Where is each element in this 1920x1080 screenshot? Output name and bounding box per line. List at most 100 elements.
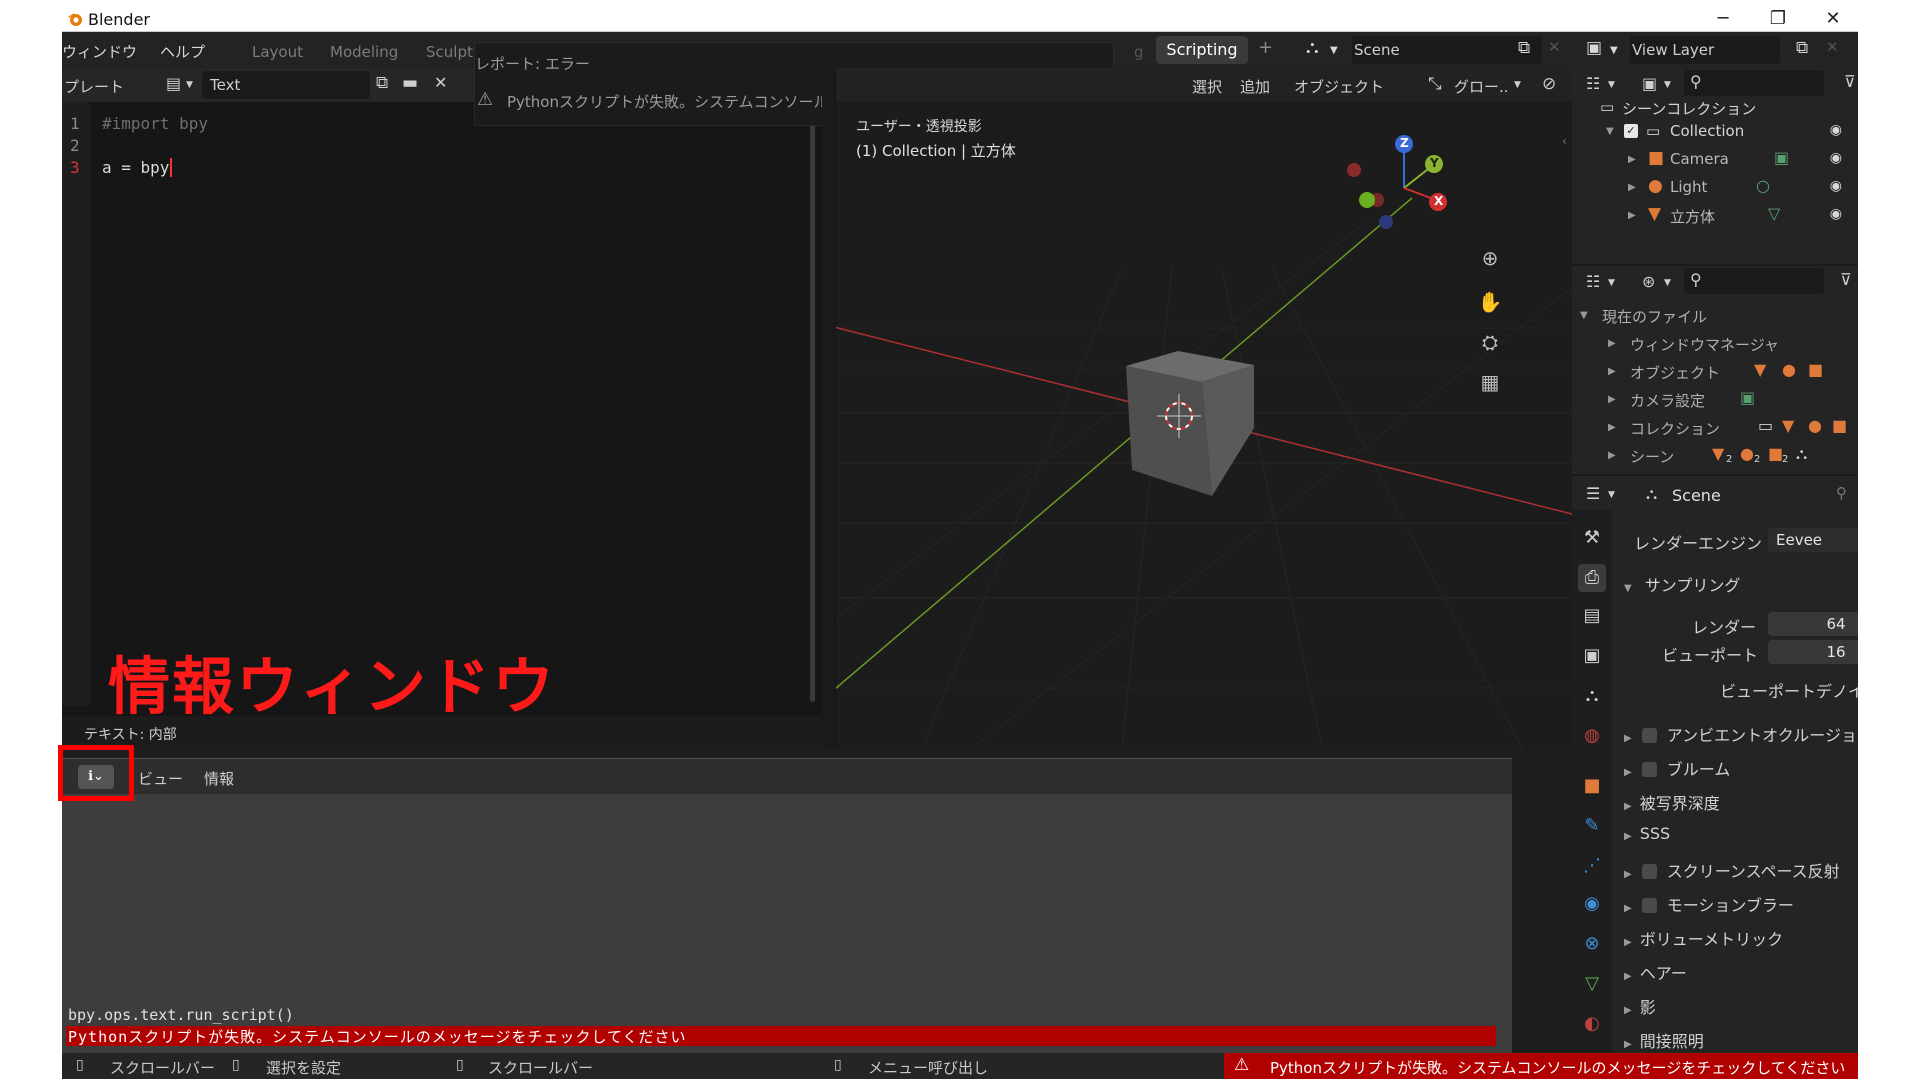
display-mode-icon[interactable]: ☷	[1586, 272, 1600, 291]
eye-icon[interactable]: ◉	[1830, 150, 1842, 166]
outliner-search-input[interactable]: ⚲	[1684, 70, 1824, 96]
outliner-camera[interactable]: ▶ ■ Camera ▣ ◉	[1572, 148, 1858, 172]
area-divider[interactable]	[822, 68, 836, 748]
menu-help[interactable]: ヘルプ	[160, 41, 205, 62]
expand-arrow-icon[interactable]: ▶	[1628, 210, 1636, 221]
pin-icon[interactable]: ⚲	[1836, 484, 1847, 502]
tool-tab-icon[interactable]: ⚒	[1578, 524, 1606, 552]
object-tab-icon[interactable]: ■	[1578, 772, 1606, 800]
collection-checkbox[interactable]: ✓	[1624, 124, 1638, 138]
gizmo-x-label[interactable]: X	[1434, 194, 1443, 208]
expand-arrow-icon[interactable]: ▶	[1628, 154, 1636, 165]
3d-viewport[interactable]: Z Y X 選択 追加 オブジェクト ⤡ グロー.. ▼ ⊘ ‹› ユーザー・透…	[822, 68, 1572, 748]
render-samples-field[interactable]: 64	[1768, 612, 1858, 636]
panel-ssr[interactable]: ▶ スクリーンスペース反射	[1624, 858, 1840, 882]
eye-icon[interactable]: ◉	[1830, 178, 1842, 194]
expand-arrow-icon[interactable]: ▶	[1608, 338, 1616, 349]
status-error-banner[interactable]: ⚠ Pythonスクリプトが失敗。システムコンソールのメッセージをチェックしてく…	[1224, 1053, 1858, 1079]
pivot-link-icon[interactable]: ⊘	[1542, 74, 1556, 94]
tab-scripting[interactable]: Scripting	[1156, 36, 1248, 64]
file-search-input[interactable]: ⚲	[1684, 268, 1824, 294]
panel-ambient-occlusion[interactable]: ▶アンビエントオクルージョン(A	[1624, 722, 1858, 746]
render-engine-dropdown[interactable]: Eevee ⌄	[1768, 528, 1858, 552]
outliner-light[interactable]: ▶ ● Light ○ ◉	[1572, 176, 1858, 200]
tab-sculpt[interactable]: Sculpt	[426, 43, 473, 61]
world-tab-icon[interactable]: ◍	[1578, 722, 1606, 750]
text-datablock-field[interactable]: Text	[202, 71, 370, 99]
panel-depth-of-field[interactable]: ▶ 被写界深度	[1624, 790, 1720, 814]
filter-view-icon[interactable]: ▣	[1642, 74, 1657, 93]
transform-orientation-icon[interactable]: ⤡	[1428, 74, 1442, 94]
file-item-collections[interactable]: ▶ コレクション ▭ ▼ ● ■	[1572, 416, 1858, 440]
new-scene-icon[interactable]: ⧉	[1518, 38, 1530, 58]
constraints-tab-icon[interactable]: ⊗	[1578, 930, 1606, 958]
tab-layout[interactable]: Layout	[252, 43, 303, 61]
physics-tab-icon[interactable]: ◉	[1578, 890, 1606, 918]
open-folder-icon[interactable]: ▬	[402, 73, 418, 93]
file-item-cameras[interactable]: ▶ カメラ設定 ▣	[1572, 388, 1858, 412]
filter-icon[interactable]: ⊽	[1840, 270, 1852, 289]
file-item-scenes[interactable]: ▶ シーン ▼ 2 ● 2 ■ 2 ⛬	[1572, 444, 1858, 468]
panel-bloom[interactable]: ▶ ブルーム	[1624, 756, 1730, 780]
eye-icon[interactable]: ◉	[1830, 122, 1842, 138]
transform-orientation-dropdown[interactable]: グロー..	[1454, 76, 1509, 97]
menu-add[interactable]: 追加	[1240, 76, 1270, 97]
delete-scene-icon[interactable]: ✕	[1548, 38, 1561, 56]
zoom-icon[interactable]: ⊕	[1474, 242, 1506, 274]
viewport-samples-field[interactable]: 16	[1768, 640, 1858, 664]
render-tab-icon[interactable]: ⎙	[1578, 564, 1606, 592]
expand-arrow-icon[interactable]: ▶	[1608, 422, 1616, 433]
outliner-cube[interactable]: ▶ ▼ 立方体 ▽ ◉	[1572, 204, 1858, 228]
panel-sss[interactable]: ▶ SSS	[1624, 824, 1670, 843]
expand-arrow-icon[interactable]: ▶	[1608, 366, 1616, 377]
editor-type-icon[interactable]: ☰	[1586, 484, 1600, 503]
info-log-error-row[interactable]: Pythonスクリプトが失敗。システムコンソールのメッセージをチェックしてくださ…	[66, 1026, 1496, 1046]
menu-object[interactable]: オブジェクト	[1294, 76, 1384, 97]
panel-volumetrics[interactable]: ▶ ボリューメトリック	[1624, 926, 1783, 950]
delete-view-layer-icon[interactable]: ✕	[1826, 38, 1839, 56]
expand-arrow-icon[interactable]: ▼	[1580, 310, 1588, 321]
panel-motion-blur[interactable]: ▶ モーションブラー	[1624, 892, 1794, 916]
hand-icon[interactable]: ✋	[1474, 286, 1506, 318]
filter-icon[interactable]: ⊽	[1844, 72, 1856, 91]
material-tab-icon[interactable]: ◐	[1578, 1010, 1606, 1038]
code-line[interactable]: #import bpy	[102, 114, 208, 133]
code-line-current[interactable]: a = bpy	[102, 158, 173, 177]
outliner-scene-collection[interactable]: ▭ シーンコレクション	[1572, 96, 1858, 120]
panel-indirect-lighting[interactable]: ▶ 間接照明	[1624, 1028, 1704, 1052]
file-item-objects[interactable]: ▶ オブジェクト ▼ ● ■	[1572, 360, 1858, 384]
view-layer-field[interactable]: View Layer	[1630, 36, 1780, 64]
expand-arrow-icon[interactable]: ▶	[1628, 182, 1636, 193]
menu-window[interactable]: ウィンドウ	[62, 41, 137, 62]
particles-tab-icon[interactable]: ⋰	[1578, 852, 1606, 880]
info-editor[interactable]: ℹ⌄ ビュー 情報 bpy.ops.text.run_script() Pyth…	[62, 758, 1512, 1054]
menu-select[interactable]: 選択	[1192, 76, 1222, 97]
view-layer-tab-icon[interactable]: ▣	[1578, 642, 1606, 670]
menu-template[interactable]: プレート	[64, 76, 124, 97]
panel-hair[interactable]: ▶ ヘアー	[1624, 960, 1687, 984]
scene-selector-icon[interactable]: ⛬	[1306, 37, 1319, 58]
add-workspace-button[interactable]: +	[1258, 37, 1273, 58]
maximize-button[interactable]: ❐	[1753, 6, 1803, 32]
expand-arrow-icon[interactable]: ▶	[1608, 394, 1616, 405]
current-file-root[interactable]: ▼ 現在のファイル	[1572, 304, 1858, 328]
data-tab-icon[interactable]: ▽	[1578, 970, 1606, 998]
modifier-tab-icon[interactable]: ✎	[1578, 812, 1606, 840]
display-mode-icon[interactable]: ☷	[1586, 74, 1600, 93]
info-log-command[interactable]: bpy.ops.text.run_script()	[68, 1006, 294, 1024]
close-button[interactable]: ✕	[1808, 6, 1858, 32]
sidebar-collapse-icon[interactable]: ‹	[1562, 134, 1567, 148]
gizmo-y-label[interactable]: Y	[1430, 156, 1439, 170]
unlink-text-icon[interactable]: ✕	[434, 73, 447, 92]
scene-name-field[interactable]: Scene	[1352, 36, 1542, 64]
expand-arrow-icon[interactable]: ▶	[1608, 450, 1616, 461]
text-datablock-icon[interactable]: ▤	[166, 74, 181, 93]
new-text-icon[interactable]: ⧉	[376, 73, 388, 93]
scene-tab-icon[interactable]: ⛬	[1578, 682, 1606, 710]
sampling-panel-header[interactable]: ▼ サンプリング	[1624, 572, 1740, 596]
file-item-window-manager[interactable]: ▶ ウィンドウマネージャ	[1572, 332, 1858, 356]
camera-icon[interactable]: ⛭	[1474, 326, 1506, 358]
minimize-button[interactable]: ─	[1698, 6, 1748, 32]
menu-view[interactable]: ビュー	[138, 768, 183, 789]
gizmo-z-label[interactable]: Z	[1400, 136, 1409, 150]
